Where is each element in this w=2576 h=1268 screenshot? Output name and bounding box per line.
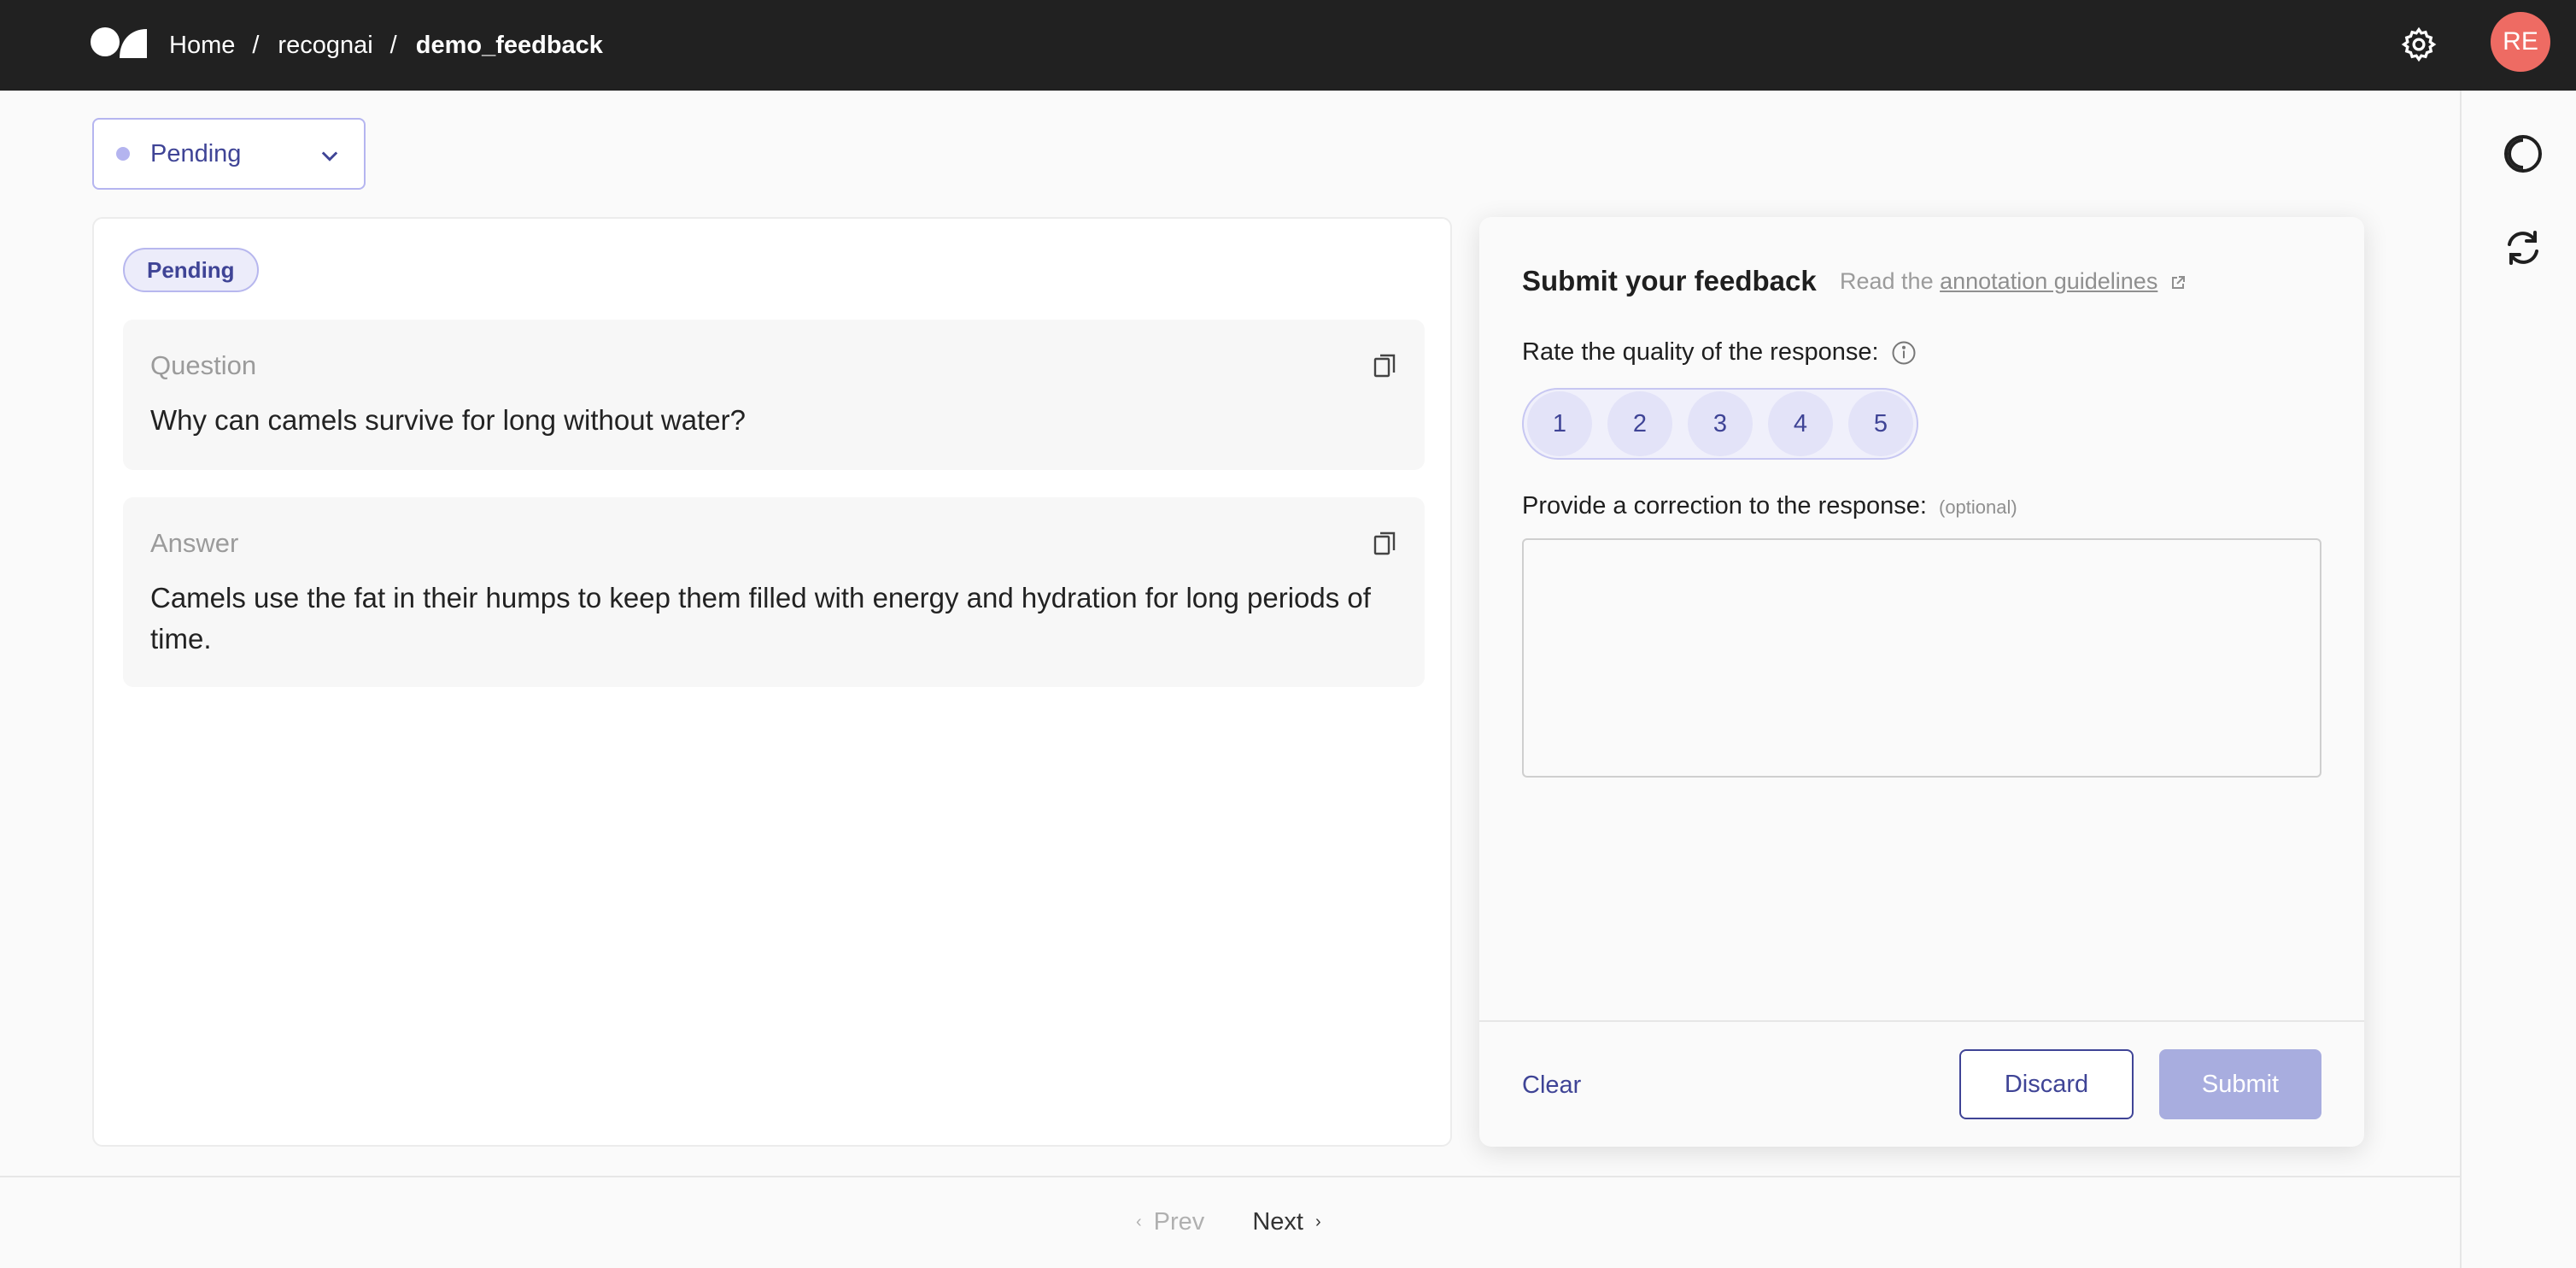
chevron-left-icon: ‹ bbox=[1136, 1212, 1142, 1231]
status-filter-label: Pending bbox=[150, 139, 242, 167]
correction-textarea[interactable] bbox=[1522, 538, 2321, 778]
argilla-logo[interactable] bbox=[91, 26, 147, 58]
status-filter-dropdown[interactable]: Pending bbox=[92, 118, 366, 190]
feedback-panel: Submit your feedback Read the annotation… bbox=[1479, 217, 2364, 1147]
field-title: Question bbox=[150, 350, 257, 380]
breadcrumb-dataset: demo_feedback bbox=[415, 31, 603, 59]
chevron-right-icon: › bbox=[1314, 1212, 1321, 1231]
guidelines-prefix: Read the bbox=[1840, 268, 1934, 294]
rating-question-text: Rate the quality of the response: bbox=[1522, 338, 1879, 366]
theme-toggle-icon[interactable] bbox=[2503, 133, 2544, 174]
correction-question-text: Provide a correction to the response: bbox=[1522, 492, 1927, 520]
breadcrumb-home[interactable]: Home bbox=[169, 32, 235, 60]
refresh-icon[interactable] bbox=[2503, 227, 2544, 268]
answer-field: Answer Camels use the fat in their humps… bbox=[123, 497, 1425, 687]
status-dot bbox=[116, 147, 130, 161]
pagination-divider bbox=[0, 1176, 2460, 1177]
breadcrumb: Home / recognai / demo_feedback bbox=[169, 0, 603, 91]
rating-option-2[interactable]: 2 bbox=[1607, 391, 1672, 456]
status-badge: Pending bbox=[123, 248, 259, 292]
external-link-icon bbox=[2171, 275, 2185, 289]
guidelines-link[interactable]: annotation guidelines bbox=[1940, 268, 2157, 294]
optional-tag: (optional) bbox=[1939, 496, 2017, 518]
record-panel: Pending Question Why can camels survive … bbox=[92, 217, 1452, 1147]
rating-option-1[interactable]: 1 bbox=[1527, 391, 1592, 456]
right-sidebar bbox=[2460, 91, 2576, 1268]
rating-question: Rate the quality of the response: bbox=[1522, 338, 1917, 367]
breadcrumb-separator: / bbox=[389, 31, 397, 59]
question-field: Question Why can camels survive for long… bbox=[123, 320, 1425, 470]
field-content: Why can camels survive for long without … bbox=[150, 404, 746, 436]
rating-option-5[interactable]: 5 bbox=[1848, 391, 1913, 456]
discard-button[interactable]: Discard bbox=[1959, 1049, 2134, 1119]
field-content: Camels use the fat in their humps to kee… bbox=[150, 582, 1371, 655]
pagination: ‹ Prev Next › bbox=[1124, 1208, 1333, 1236]
prev-button[interactable]: ‹ Prev bbox=[1124, 1208, 1204, 1236]
correction-question: Provide a correction to the response: (o… bbox=[1522, 492, 2017, 520]
footer-divider bbox=[1479, 1020, 2364, 1022]
breadcrumb-separator: / bbox=[252, 31, 260, 59]
feedback-title: Submit your feedback bbox=[1522, 265, 1817, 296]
gear-icon[interactable] bbox=[2400, 26, 2438, 63]
chevron-down-icon bbox=[321, 151, 338, 161]
rating-selector: 1 2 3 4 5 bbox=[1522, 388, 1918, 460]
info-icon[interactable] bbox=[1891, 340, 1917, 366]
copy-icon[interactable] bbox=[1373, 531, 1396, 557]
copy-icon[interactable] bbox=[1373, 354, 1396, 379]
next-label: Next bbox=[1252, 1208, 1303, 1236]
top-bar: Home / recognai / demo_feedback RE bbox=[0, 0, 2576, 91]
submit-button[interactable]: Submit bbox=[2159, 1049, 2321, 1119]
clear-button[interactable]: Clear bbox=[1522, 1071, 1581, 1100]
rating-option-4[interactable]: 4 bbox=[1768, 391, 1833, 456]
field-title: Answer bbox=[150, 528, 239, 558]
rating-option-3[interactable]: 3 bbox=[1688, 391, 1753, 456]
guidelines-text: Read the annotation guidelines bbox=[1840, 268, 2187, 295]
prev-label: Prev bbox=[1153, 1208, 1205, 1236]
user-avatar[interactable]: RE bbox=[2491, 12, 2550, 72]
next-button[interactable]: Next › bbox=[1252, 1208, 1332, 1236]
breadcrumb-workspace[interactable]: recognai bbox=[278, 32, 372, 60]
